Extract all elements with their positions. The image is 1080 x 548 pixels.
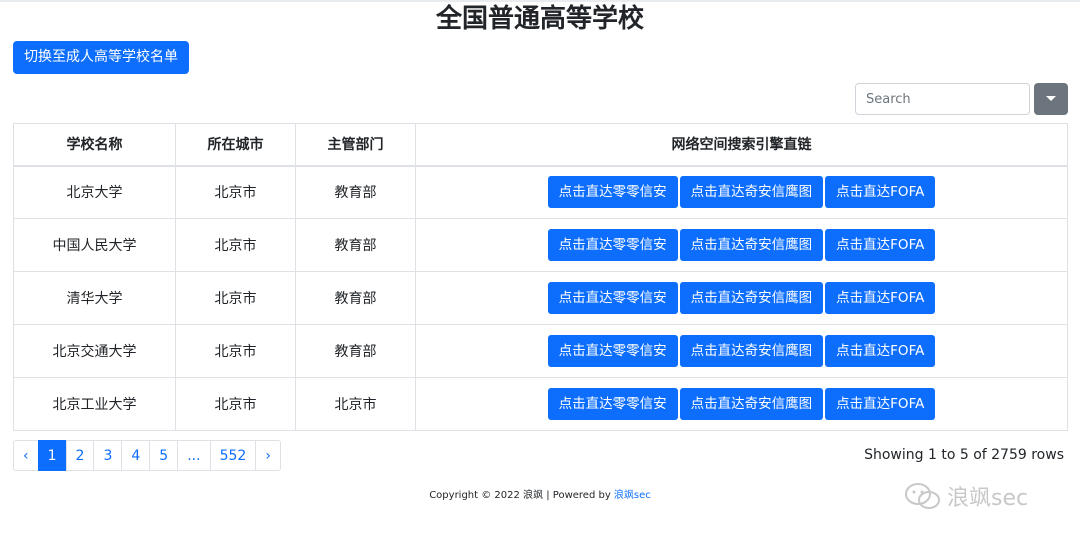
cell-name: 中国人民大学 [13,218,176,272]
search-input[interactable] [855,83,1030,115]
footer-link[interactable]: 浪飒sec [614,490,651,501]
cell-links: 点击直达零零信安 点击直达奇安信鹰图 点击直达FOFA [415,324,1068,378]
cell-dept: 教育部 [295,271,416,325]
caret-down-icon [1046,96,1056,101]
link-00sec-button[interactable]: 点击直达零零信安 [547,229,678,261]
header-department[interactable]: 主管部门 [295,123,416,167]
table-row: 北京大学 北京市 教育部 点击直达零零信安 点击直达奇安信鹰图 点击直达FOFA [13,165,1068,219]
table-header-row: 学校名称 所在城市 主管部门 网络空间搜索引擎直链 [13,123,1068,167]
cell-links: 点击直达零零信安 点击直达奇安信鹰图 点击直达FOFA [415,165,1068,219]
cell-dept: 教育部 [295,324,416,378]
cell-name: 北京工业大学 [13,377,176,431]
cell-links: 点击直达零零信安 点击直达奇安信鹰图 点击直达FOFA [415,271,1068,325]
page-next-button[interactable]: › [255,440,281,471]
page-prev-button[interactable]: ‹ [13,440,39,471]
link-00sec-button[interactable]: 点击直达零零信安 [547,282,678,314]
cell-city: 北京市 [175,165,296,219]
rows-info: Showing 1 to 5 of 2759 rows [864,447,1064,463]
link-fofa-button[interactable]: 点击直达FOFA [825,229,936,261]
page-button[interactable]: 552 [209,440,257,471]
header-city[interactable]: 所在城市 [175,123,296,167]
page-button[interactable]: 1 [37,440,67,471]
watermark: 浪飒sec [903,480,1028,512]
cell-dept: 教育部 [295,165,416,219]
table-row: 中国人民大学 北京市 教育部 点击直达零零信安 点击直达奇安信鹰图 点击直达FOFA [13,218,1068,272]
link-fofa-button[interactable]: 点击直达FOFA [825,176,936,209]
wechat-icon [905,483,940,509]
pagination: ‹ 1 2 3 4 5... 552 › [13,440,281,471]
link-fofa-button[interactable]: 点击直达FOFA [825,388,936,420]
table-row: 清华大学 北京市 教育部 点击直达零零信安 点击直达奇安信鹰图 点击直达FOFA [13,271,1068,325]
page-button[interactable]: 5 [149,440,179,471]
cell-city: 北京市 [175,377,296,431]
cell-name: 清华大学 [13,271,176,325]
page-button[interactable]: 3 [93,440,123,471]
link-hunter-button[interactable]: 点击直达奇安信鹰图 [679,176,824,209]
cell-links: 点击直达零零信安 点击直达奇安信鹰图 点击直达FOFA [415,218,1068,272]
link-hunter-button[interactable]: 点击直达奇安信鹰图 [679,335,824,367]
page-button[interactable]: ... [177,440,211,471]
cell-dept: 北京市 [295,377,416,431]
page-button[interactable]: 4 [121,440,151,471]
switch-list-button[interactable]: 切换至成人高等学校名单 [13,41,189,74]
header-school-name[interactable]: 学校名称 [13,123,176,167]
link-hunter-button[interactable]: 点击直达奇安信鹰图 [679,282,824,314]
schools-table: 学校名称 所在城市 主管部门 网络空间搜索引擎直链 北京大学 北京市 教育部 点击直达… [13,123,1068,431]
link-fofa-button[interactable]: 点击直达FOFA [825,335,936,367]
cell-links: 点击直达零零信安 点击直达奇安信鹰图 点击直达FOFA [415,377,1068,431]
page-button[interactable]: 2 [65,440,95,471]
header-search-links[interactable]: 网络空间搜索引擎直链 [415,123,1068,167]
link-fofa-button[interactable]: 点击直达FOFA [825,282,936,314]
cell-city: 北京市 [175,271,296,325]
link-00sec-button[interactable]: 点击直达零零信安 [547,176,678,209]
link-hunter-button[interactable]: 点击直达奇安信鹰图 [679,388,824,420]
page-title: 全国普通高等学校 [435,4,644,34]
link-00sec-button[interactable]: 点击直达零零信安 [547,388,678,420]
cell-name: 北京交通大学 [13,324,176,378]
footer-copyright: Copyright © 2022 浪飒 | Powered by [429,490,614,501]
cell-city: 北京市 [175,324,296,378]
watermark-text: 浪飒sec [947,486,1029,511]
table-row: 北京工业大学 北京市 北京市 点击直达零零信安 点击直达奇安信鹰图 点击直达FOFA [13,377,1068,431]
link-00sec-button[interactable]: 点击直达零零信安 [547,335,678,367]
cell-name: 北京大学 [13,165,176,219]
cell-city: 北京市 [175,218,296,272]
cell-dept: 教育部 [295,218,416,272]
table-row: 北京交通大学 北京市 教育部 点击直达零零信安 点击直达奇安信鹰图 点击直达FOFA [13,324,1068,378]
columns-dropdown-button[interactable] [1034,83,1068,115]
link-hunter-button[interactable]: 点击直达奇安信鹰图 [679,229,824,261]
